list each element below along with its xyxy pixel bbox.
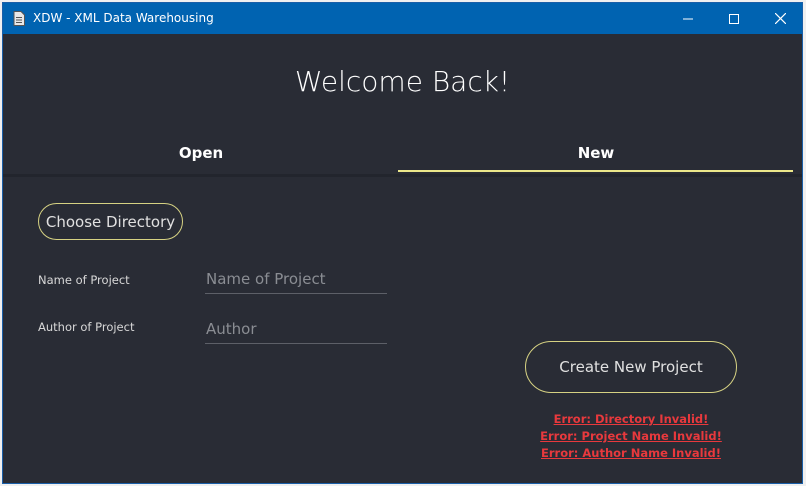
document-icon — [13, 11, 25, 26]
tab-open[interactable]: Open — [3, 138, 399, 171]
close-button[interactable] — [757, 3, 802, 34]
minimize-icon — [683, 18, 693, 19]
error-project-name: Error: Project Name Invalid! — [540, 429, 722, 443]
error-author-name: Error: Author Name Invalid! — [541, 446, 721, 460]
project-name-input[interactable] — [205, 265, 387, 294]
minimize-button[interactable] — [665, 3, 711, 34]
welcome-heading: Welcome Back! — [294, 65, 511, 98]
author-label: Author of Project — [38, 320, 135, 334]
project-name-label: Name of Project — [38, 273, 130, 287]
create-project-button[interactable]: Create New Project — [525, 341, 737, 393]
maximize-icon — [729, 13, 739, 24]
selected-tab-indicator — [398, 170, 793, 172]
app-window: XDW - XML Data Warehousing Welcome Back!… — [2, 2, 803, 484]
window-title: XDW - XML Data Warehousing — [33, 11, 214, 25]
tab-new[interactable]: New — [398, 138, 794, 171]
choose-directory-button[interactable]: Choose Directory — [38, 203, 183, 240]
error-list: Error: Directory Invalid! Error: Project… — [525, 411, 737, 462]
maximize-button[interactable] — [711, 3, 757, 34]
author-input[interactable] — [205, 315, 387, 344]
title-bar[interactable]: XDW - XML Data Warehousing — [3, 3, 802, 34]
tab-bar: Open New — [3, 138, 802, 177]
close-icon — [774, 13, 786, 24]
error-directory: Error: Directory Invalid! — [553, 412, 709, 426]
